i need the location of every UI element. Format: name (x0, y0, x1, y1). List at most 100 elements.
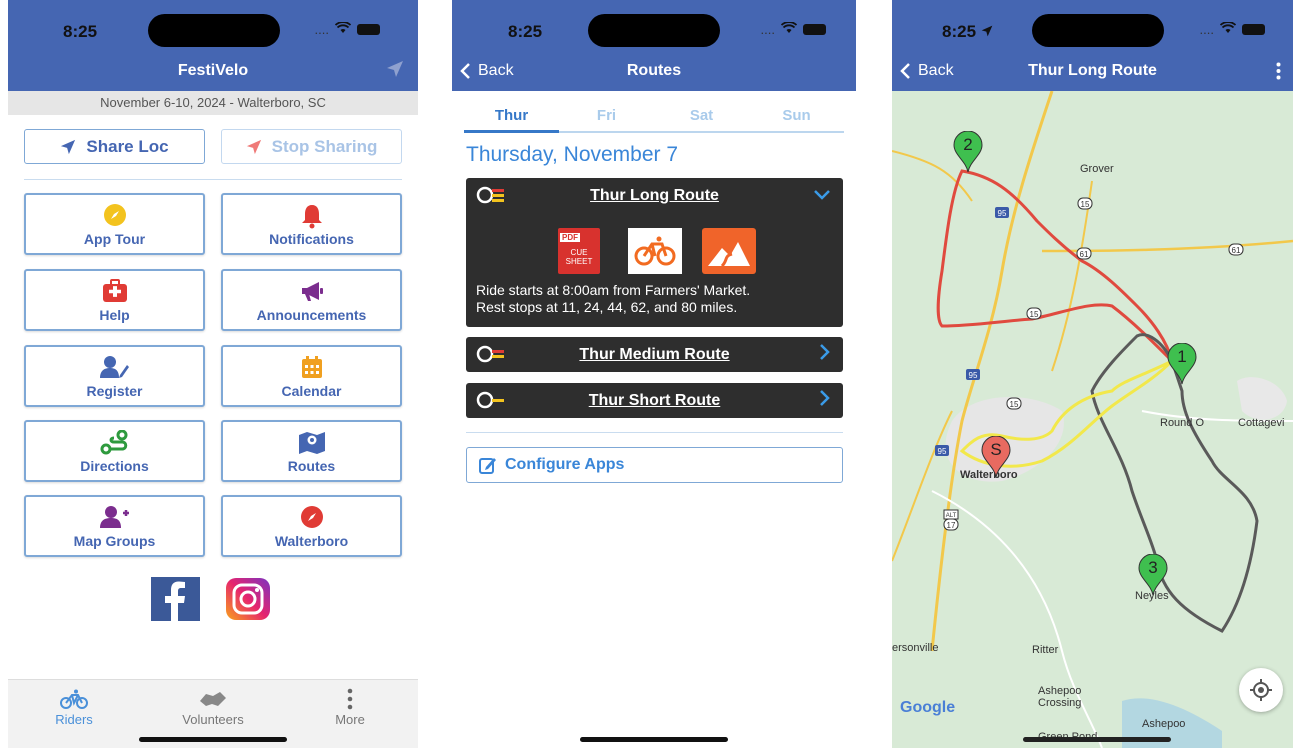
app-title: FestiVelo (177, 62, 249, 79)
marker-start-label: S (990, 440, 1002, 459)
route-icon (26, 430, 203, 456)
ride-with-gps-icon[interactable] (702, 228, 756, 274)
tab-sat[interactable]: Sat (654, 103, 749, 131)
marker-start[interactable]: S (981, 435, 1011, 478)
location-arrow-icon[interactable] (386, 60, 404, 83)
route-name[interactable]: Thur Short Route (466, 392, 843, 410)
place-ersonville: ersonville (892, 642, 939, 654)
route-card-medium[interactable]: Thur Medium Route (466, 337, 843, 372)
facebook-icon[interactable] (151, 577, 200, 621)
bicycle-icon (24, 686, 124, 712)
calendar-icon (223, 355, 400, 381)
route-description-line2: Rest stops at 11, 24, 44, 62, and 80 mil… (476, 299, 738, 315)
tab-fri[interactable]: Fri (559, 103, 654, 131)
shield-17: 17 (947, 521, 956, 530)
status-icons: .... (314, 21, 380, 37)
compass-icon (223, 505, 400, 531)
wifi-icon (334, 21, 352, 37)
route-name[interactable]: Thur Long Route (466, 187, 843, 205)
marker-rest-1-label: 1 (1177, 347, 1187, 366)
more-icon[interactable] (1276, 62, 1281, 85)
route-map[interactable]: 95 15 61 61 95 15 95 17 ALT 15 Grover Ro… (892, 91, 1293, 748)
tab-bar: Riders Volunteers More (8, 679, 418, 748)
place-ashepoo: Ashepoo (1142, 718, 1186, 730)
bell-icon (223, 203, 400, 229)
day-tabs: Thur Fri Sat Sun (464, 103, 844, 133)
chevron-down-icon[interactable] (813, 184, 831, 207)
directions-button[interactable]: Directions (24, 420, 205, 482)
routes-button[interactable]: Routes (221, 420, 402, 482)
day-heading: Thursday, November 7 (466, 143, 679, 166)
my-location-button[interactable] (1239, 668, 1283, 712)
cue-sheet-pdf-icon[interactable]: PDF CUE SHEET (558, 228, 600, 274)
home-screen: 8:25 .... FestiVelo November 6-10, 2024 … (8, 0, 418, 748)
configure-apps-button[interactable]: Configure Apps (466, 447, 843, 483)
pdf-badge: PDF (560, 233, 580, 242)
nav-header: 8:25 .... Back Thur Long Route (892, 0, 1293, 91)
announcements-button[interactable]: Announcements (221, 269, 402, 331)
tab-volunteers[interactable]: Volunteers (163, 686, 263, 727)
place-ashepoo-crossing: Ashepoo Crossing (1038, 685, 1082, 709)
divider (466, 432, 843, 433)
shield-alt: ALT (946, 513, 957, 519)
shield-95c: 95 (938, 447, 947, 456)
app-tour-button[interactable]: App Tour (24, 193, 205, 255)
calendar-button[interactable]: Calendar (221, 345, 402, 407)
wifi-icon (1219, 21, 1237, 37)
stop-sharing-button[interactable]: Stop Sharing (221, 129, 402, 164)
share-location-button[interactable]: Share Loc (24, 129, 205, 164)
marker-rest-2[interactable]: 2 (953, 130, 983, 173)
instagram-icon[interactable] (226, 578, 270, 620)
nav-header: 8:25 .... Back Routes (452, 0, 856, 91)
shield-15c: 15 (1030, 310, 1039, 319)
home-indicator (580, 737, 728, 742)
notifications-label: Notifications (269, 231, 354, 247)
route-name[interactable]: Thur Medium Route (466, 346, 843, 364)
more-icon (300, 686, 400, 712)
battery-icon (803, 24, 826, 35)
map-groups-button[interactable]: Map Groups (24, 495, 205, 557)
signal-dots: .... (314, 22, 329, 37)
register-button[interactable]: Register (24, 345, 205, 407)
chevron-right-icon[interactable] (819, 343, 831, 367)
user-plus-icon (26, 505, 203, 531)
place-cottageville: Cottagevi (1238, 417, 1285, 429)
home-indicator (1023, 737, 1171, 742)
shield-15b: 15 (1010, 400, 1019, 409)
chevron-right-icon[interactable] (819, 389, 831, 413)
edit-icon (479, 456, 497, 474)
strava-bike-icon[interactable] (628, 228, 682, 274)
marker-rest-3-label: 3 (1148, 558, 1158, 577)
screen-title: Routes (626, 62, 682, 79)
tab-thur[interactable]: Thur (464, 103, 559, 133)
google-logo: Google (900, 699, 956, 716)
dynamic-island (588, 14, 720, 47)
calendar-label: Calendar (281, 383, 342, 399)
routes-label: Routes (287, 458, 336, 474)
walterboro-button[interactable]: Walterboro (221, 495, 402, 557)
marker-rest-3[interactable]: 3 (1138, 553, 1168, 596)
crosshair-icon (1250, 679, 1272, 701)
tab-sun[interactable]: Sun (749, 103, 844, 131)
help-button[interactable]: Help (24, 269, 205, 331)
configure-apps-label: Configure Apps (505, 456, 625, 473)
tab-more-label: More (335, 712, 365, 727)
announcements-label: Announcements (256, 307, 367, 323)
map-groups-label: Map Groups (73, 533, 156, 549)
share-location-label: Share Loc (86, 136, 169, 156)
status-time: 8:25 (63, 22, 98, 41)
dynamic-island (148, 14, 280, 47)
first-aid-icon (26, 279, 203, 305)
stop-sharing-label: Stop Sharing (271, 136, 378, 156)
route-card-long[interactable]: Thur Long Route PDF CUE SHEET Ride start… (466, 178, 843, 327)
place-ritter: Ritter (1032, 644, 1059, 656)
status-icons: .... (761, 21, 826, 37)
status-time: 8:25 (942, 22, 993, 42)
tab-more[interactable]: More (300, 686, 400, 727)
route-card-short[interactable]: Thur Short Route (466, 383, 843, 418)
route-map-screen: 8:25 .... Back Thur Long Route 95 15 61 … (892, 0, 1293, 748)
notifications-button[interactable]: Notifications (221, 193, 402, 255)
tab-riders[interactable]: Riders (24, 686, 124, 727)
marker-rest-1[interactable]: 1 (1167, 342, 1197, 385)
cue-sheet-text: CUE SHEET (565, 248, 593, 266)
